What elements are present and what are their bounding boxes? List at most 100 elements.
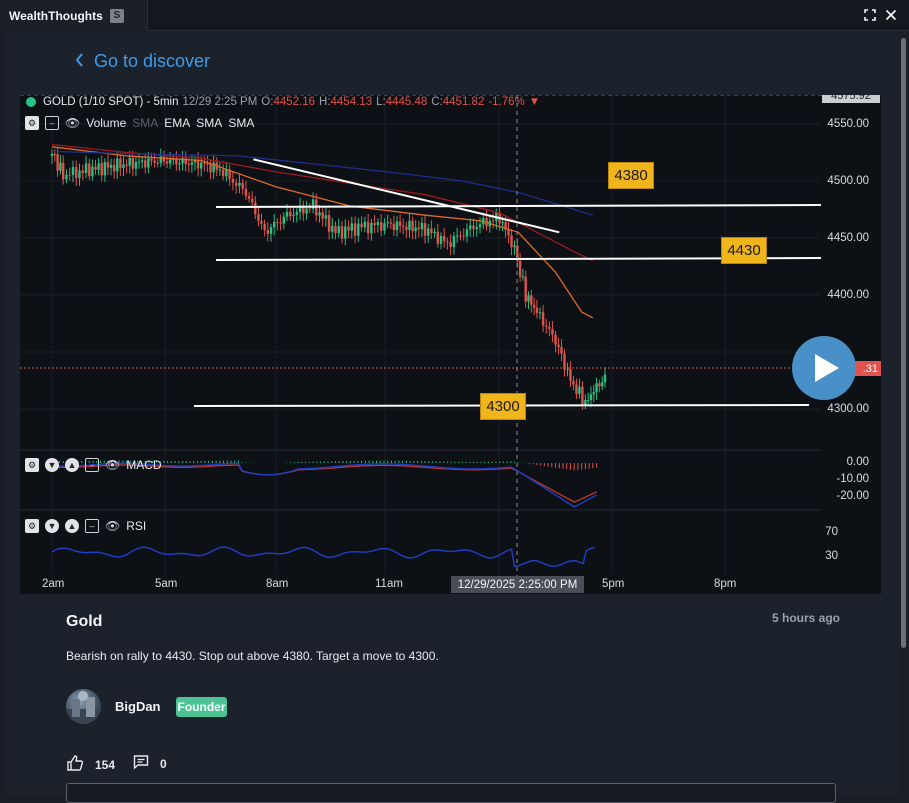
rsi-tick: 30 (825, 550, 838, 562)
candle-body (566, 369, 569, 371)
annotation-4430[interactable]: 4430 (721, 237, 767, 264)
price-chart[interactable]: 4575.92 GOLD (1/10 SPOT) - 5min 12/29 2:… (20, 95, 881, 594)
comment-input[interactable] (66, 783, 836, 803)
candle-body (462, 235, 465, 237)
candle-body (541, 312, 545, 326)
candle-body (190, 162, 194, 165)
y-tick: 4300.00 (827, 403, 869, 415)
candle-body (405, 226, 408, 230)
play-button[interactable] (792, 336, 856, 400)
close-icon[interactable] (883, 7, 899, 23)
candle-body (334, 225, 337, 234)
annotation-4300[interactable]: 4300 (480, 393, 526, 420)
candle-body (241, 182, 244, 189)
candle-body (373, 222, 376, 226)
collapse-icon[interactable]: – (45, 116, 59, 130)
candle-body (402, 225, 405, 227)
y-tick: 4400.00 (827, 289, 869, 301)
collapse-icon[interactable]: – (85, 519, 99, 533)
chart-legend: GOLD (1/10 SPOT) - 5min 12/29 2:25 PM O:… (26, 96, 540, 108)
avatar[interactable] (66, 689, 101, 724)
candle-body (134, 162, 138, 169)
macd-label: MACD (126, 458, 162, 472)
candle-body (357, 223, 360, 236)
candle-body (119, 158, 122, 169)
arrow-down-icon[interactable]: ▼ (45, 519, 59, 533)
settings-icon[interactable]: ⚙ (25, 458, 39, 472)
candle-body (234, 182, 238, 186)
crosshair-time-label: 12/29/2025 2:25:00 PM (451, 576, 584, 593)
candle-body (225, 169, 228, 177)
candle-body (527, 295, 530, 302)
candle-body (420, 223, 424, 230)
candle-body (168, 159, 172, 164)
candle-body (238, 182, 241, 186)
maximize-icon[interactable] (862, 7, 878, 23)
arrow-up-icon[interactable]: ▲ (65, 519, 79, 533)
candle-body (327, 215, 331, 232)
change-value: -1.76% (488, 96, 525, 108)
candle-body (209, 164, 212, 173)
candle-body (78, 170, 81, 179)
candle-body (97, 163, 100, 170)
arrow-up-icon[interactable]: ▲ (65, 458, 79, 472)
comment-count: 0 (160, 756, 167, 771)
candle-body (61, 162, 65, 180)
candle-body (350, 223, 353, 231)
candle-body (472, 225, 475, 230)
candle-body (68, 174, 71, 176)
candle-body (125, 164, 128, 166)
back-to-discover-link[interactable]: Go to discover (75, 51, 210, 72)
high-value: 4454.13 (330, 96, 373, 108)
candle-body (266, 230, 270, 234)
open-value: 4452.16 (273, 96, 316, 108)
author-name[interactable]: BigDan (115, 699, 161, 714)
like-button[interactable]: 154 (66, 754, 115, 775)
candle-body (344, 226, 347, 239)
candle-body (398, 221, 402, 226)
settings-icon[interactable]: ⚙ (25, 519, 39, 533)
candle-body (285, 211, 289, 217)
eye-icon[interactable]: 👁 (65, 116, 80, 130)
status-dot-icon (26, 97, 36, 107)
candle-body (175, 159, 178, 165)
candle-body (340, 226, 344, 239)
app-tab[interactable]: WealthThoughts S (0, 0, 148, 31)
candle-body (589, 394, 593, 400)
candle-body (324, 215, 328, 219)
sma-label-2[interactable]: SMA (228, 116, 254, 130)
back-label: Go to discover (94, 51, 211, 71)
volume-label[interactable]: Volume (86, 116, 126, 130)
scrollbar-thumb[interactable] (901, 38, 906, 648)
like-count: 154 (95, 757, 116, 772)
arrow-down-icon[interactable]: ▼ (45, 458, 59, 472)
candle-body (521, 276, 525, 278)
candle-body (71, 167, 75, 175)
eye-icon[interactable]: 👁 (105, 458, 120, 472)
settings-icon[interactable]: ⚙ (25, 116, 39, 130)
annotation-4380[interactable]: 4380 (608, 162, 654, 189)
candle-body (81, 170, 84, 174)
chart-canvas[interactable] (20, 95, 881, 594)
sma-muted-label[interactable]: SMA (132, 116, 158, 130)
triangle-down-icon: ▼ (528, 96, 541, 108)
candle-body (128, 157, 131, 166)
collapse-icon[interactable]: – (85, 458, 99, 472)
sma-label-1[interactable]: SMA (196, 116, 222, 130)
candle-body (94, 166, 97, 170)
trend-line (253, 158, 560, 234)
eye-icon[interactable]: 👁 (105, 519, 120, 533)
candle-body (535, 307, 539, 313)
candle-body (370, 222, 373, 234)
candle-body (386, 222, 389, 224)
ema-label[interactable]: EMA (164, 116, 190, 130)
candle-body (603, 374, 607, 383)
candle-body (263, 223, 266, 231)
candle-body (452, 236, 456, 248)
candle-body (187, 164, 190, 166)
low-label: L: (376, 96, 386, 108)
rsi-label: RSI (126, 519, 147, 533)
comment-button[interactable]: 0 (133, 754, 167, 773)
candle-body (455, 235, 459, 237)
post-title: Gold (66, 613, 103, 630)
